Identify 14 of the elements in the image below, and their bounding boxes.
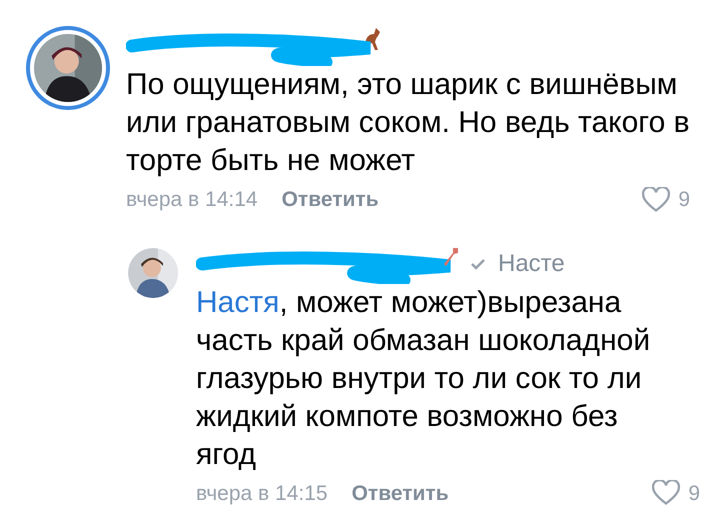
- reply-button[interactable]: Ответить: [352, 478, 449, 509]
- guitar-icon: [444, 248, 458, 266]
- like-count: 9: [678, 187, 690, 213]
- comment-time: вчера в 14:14: [126, 187, 258, 213]
- comment-time: вчера в 14:15: [196, 480, 328, 506]
- like-count: 9: [688, 480, 700, 506]
- heart-icon[interactable]: [642, 186, 670, 213]
- mention-link[interactable]: Настя: [196, 286, 280, 318]
- check-icon: [470, 258, 486, 270]
- heart-icon[interactable]: [652, 480, 680, 506]
- comment-text: По ощущениям, это шарик с вишнёвым или гранатовым соком. Но ведь такого в торте быть не может: [126, 67, 691, 179]
- reply-to-name[interactable]: Насте: [498, 246, 565, 282]
- reply-button[interactable]: Ответить: [282, 184, 379, 216]
- comment-text: Настя, может может)вырезана часть край обмазан шоколадной глазурью внутри то ли сок то ли жидкий компоте возможно без ягод: [196, 284, 652, 472]
